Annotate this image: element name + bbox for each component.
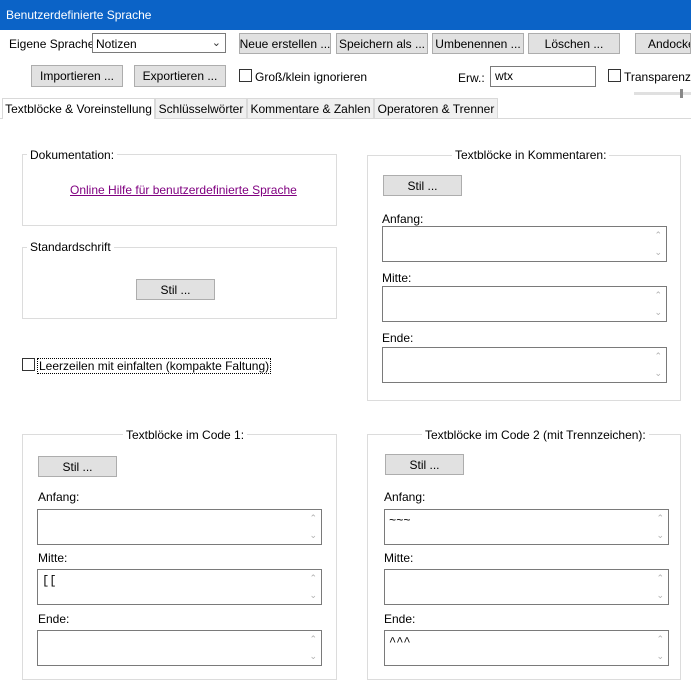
comment-middle-textarea[interactable]: ⌃ ⌄ xyxy=(382,286,667,322)
scroll-up-icon[interactable]: ⌃ xyxy=(656,573,664,584)
scroll-up-icon[interactable]: ⌃ xyxy=(656,513,664,524)
code2-start-value: ~~~ xyxy=(389,514,411,528)
save-as-button[interactable]: Speichern als ... xyxy=(336,33,428,54)
slider-thumb[interactable] xyxy=(680,89,683,98)
language-select[interactable]: Notizen ⌄ xyxy=(92,33,226,53)
code2-start-textarea[interactable]: ~~~ ⌃ ⌄ xyxy=(384,509,669,545)
scroll-down-icon[interactable]: ⌄ xyxy=(654,247,662,258)
fold-empty-lines-label: Leerzeilen mit einfalten (kompakte Faltu… xyxy=(37,358,272,374)
code2-end-label: Ende: xyxy=(384,612,416,626)
comment-start-textarea[interactable]: ⌃ ⌄ xyxy=(382,226,667,262)
scroll-down-icon[interactable]: ⌄ xyxy=(309,590,317,601)
tab-bar: Textblöcke & Voreinstellung Schlüsselwör… xyxy=(0,98,691,119)
comment-end-label: Ende: xyxy=(382,331,414,345)
online-help-link[interactable]: Online Hilfe für benutzerdefinierte Spra… xyxy=(70,183,297,197)
scroll-down-icon[interactable]: ⌄ xyxy=(656,590,664,601)
chevron-down-icon: ⌄ xyxy=(211,37,221,49)
export-button[interactable]: Exportieren ... xyxy=(134,65,226,87)
delete-button[interactable]: Löschen ... xyxy=(528,33,620,54)
code1-start-label: Anfang: xyxy=(38,490,80,504)
rename-button[interactable]: Umbenennen ... xyxy=(432,33,524,54)
code2-blocks-title: Textblöcke im Code 2 (mit Trennzeichen): xyxy=(422,428,649,442)
code1-blocks-style-button[interactable]: Stil ... xyxy=(38,456,117,477)
transparency-slider[interactable] xyxy=(634,89,691,98)
code1-middle-textarea[interactable]: [[ ⌃ ⌄ xyxy=(37,569,322,605)
language-label: Eigene Sprache: xyxy=(9,37,98,51)
documentation-title: Dokumentation: xyxy=(27,148,118,162)
comment-blocks-title: Textblöcke in Kommentaren: xyxy=(452,148,610,162)
scroll-down-icon[interactable]: ⌄ xyxy=(654,368,662,379)
title-bar: Benutzerdefinierte Sprache xyxy=(0,0,691,30)
code2-end-textarea[interactable]: ^^^ ⌃ ⌄ xyxy=(384,630,669,666)
comment-blocks-style-button[interactable]: Stil ... xyxy=(383,175,462,196)
code1-end-textarea[interactable]: ⌃ ⌄ xyxy=(37,630,322,666)
code2-blocks-style-button[interactable]: Stil ... xyxy=(385,454,464,475)
scroll-up-icon[interactable]: ⌃ xyxy=(654,290,662,301)
comment-end-textarea[interactable]: ⌃ ⌄ xyxy=(382,347,667,383)
comment-start-label: Anfang: xyxy=(382,212,424,226)
new-language-button[interactable]: Neue erstellen ... xyxy=(239,33,331,54)
ignore-case-label: Groß/klein ignorieren xyxy=(255,70,368,84)
extension-input[interactable]: wtx xyxy=(490,66,596,87)
ignore-case-checkbox[interactable] xyxy=(239,69,252,82)
code2-middle-textarea[interactable]: ⌃ ⌄ xyxy=(384,569,669,605)
window-title: Benutzerdefinierte Sprache xyxy=(6,8,152,22)
default-style-title: Standardschrift xyxy=(27,240,114,254)
code2-start-label: Anfang: xyxy=(384,490,426,504)
scroll-down-icon[interactable]: ⌄ xyxy=(656,651,664,662)
code1-blocks-title: Textblöcke im Code 1: xyxy=(123,428,248,442)
transparency-label: Transparenz xyxy=(624,70,691,84)
import-button[interactable]: Importieren ... xyxy=(31,65,123,87)
scroll-up-icon[interactable]: ⌃ xyxy=(656,634,664,645)
scroll-up-icon[interactable]: ⌃ xyxy=(309,634,317,645)
code2-middle-label: Mitte: xyxy=(384,551,414,565)
scroll-down-icon[interactable]: ⌄ xyxy=(309,651,317,662)
scroll-down-icon[interactable]: ⌄ xyxy=(656,530,664,541)
language-select-value: Notizen xyxy=(96,37,137,51)
extension-label: Erw.: xyxy=(458,71,485,85)
code1-middle-label: Mitte: xyxy=(38,551,68,565)
fold-empty-lines-checkbox[interactable] xyxy=(22,358,35,371)
code1-end-label: Ende: xyxy=(38,612,70,626)
scroll-up-icon[interactable]: ⌃ xyxy=(654,230,662,241)
code1-start-textarea[interactable]: ⌃ ⌄ xyxy=(37,509,322,545)
transparency-checkbox[interactable] xyxy=(608,69,621,82)
scroll-up-icon[interactable]: ⌃ xyxy=(309,513,317,524)
default-style-button[interactable]: Stil ... xyxy=(136,279,215,300)
scroll-up-icon[interactable]: ⌃ xyxy=(654,351,662,362)
comment-middle-label: Mitte: xyxy=(382,271,412,285)
dock-button[interactable]: Andocken xyxy=(635,33,691,54)
tab-keywords[interactable]: Schlüsselwörter xyxy=(155,98,247,118)
tab-textblocks[interactable]: Textblöcke & Voreinstellung xyxy=(2,98,155,119)
scroll-down-icon[interactable]: ⌄ xyxy=(309,530,317,541)
scroll-up-icon[interactable]: ⌃ xyxy=(309,573,317,584)
code1-middle-value: [[ xyxy=(42,574,57,588)
code2-end-value: ^^^ xyxy=(389,635,411,649)
tab-operators-delimiters[interactable]: Operatoren & Trenner xyxy=(374,98,498,118)
tab-comments-numbers[interactable]: Kommentare & Zahlen xyxy=(247,98,374,118)
scroll-down-icon[interactable]: ⌄ xyxy=(654,307,662,318)
